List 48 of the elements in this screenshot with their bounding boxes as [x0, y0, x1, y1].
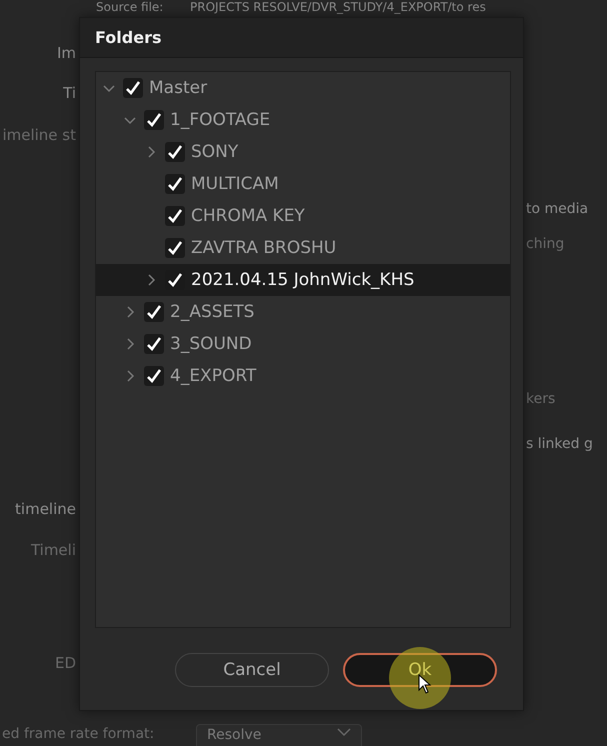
- setting-label: ED: [54, 654, 76, 672]
- cursor-icon: [418, 674, 432, 694]
- dialog-title: Folders: [95, 28, 162, 47]
- folder-label: 2021.04.15 JohnWick_KHS: [191, 270, 414, 290]
- folder-label: 3_SOUND: [170, 334, 252, 354]
- checkbox[interactable]: [144, 110, 164, 130]
- frame-rate-dropdown[interactable]: Resolve: [196, 724, 362, 746]
- setting-label: Timeli: [30, 541, 76, 559]
- checkbox[interactable]: [165, 206, 185, 226]
- checkbox[interactable]: [165, 174, 185, 194]
- tree-row[interactable]: 1_FOOTAGE: [96, 104, 510, 136]
- tree-row[interactable]: ZAVTRA BROSHU: [96, 232, 510, 264]
- ok-button[interactable]: Ok: [343, 653, 497, 687]
- checkbox[interactable]: [165, 238, 185, 258]
- source-label: Source file:: [96, 0, 164, 14]
- tree-row[interactable]: SONY: [96, 136, 510, 168]
- tree-row[interactable]: MULTICAM: [96, 168, 510, 200]
- folder-label: 4_EXPORT: [170, 366, 256, 386]
- checkbox[interactable]: [144, 334, 164, 354]
- folder-label: SONY: [191, 142, 238, 162]
- setting-label: Ti: [63, 84, 76, 102]
- setting-label: timeline: [15, 500, 76, 518]
- folder-label: 1_FOOTAGE: [170, 110, 270, 130]
- tree-row[interactable]: Master: [96, 72, 510, 104]
- setting-label: ed frame rate format:: [2, 726, 154, 742]
- tree-row[interactable]: 2021.04.15 JohnWick_KHS: [96, 264, 510, 296]
- folder-label: 2_ASSETS: [170, 302, 254, 322]
- checkbox[interactable]: [144, 366, 164, 386]
- checkbox[interactable]: [165, 142, 185, 162]
- source-path: PROJECTS RESOLVE/DVR_STUDY/4_EXPORT/to res: [190, 0, 486, 14]
- checkbox[interactable]: [123, 78, 143, 98]
- tree-row[interactable]: 4_EXPORT: [96, 360, 510, 392]
- setting-label: ching: [526, 236, 564, 252]
- tree-row[interactable]: 2_ASSETS: [96, 296, 510, 328]
- setting-label: kers: [526, 391, 556, 407]
- folder-label: CHROMA KEY: [191, 206, 305, 226]
- checkbox[interactable]: [144, 302, 164, 322]
- setting-label: to media: [526, 201, 588, 217]
- tree-row[interactable]: 3_SOUND: [96, 328, 510, 360]
- folder-label: ZAVTRA BROSHU: [191, 238, 336, 258]
- folder-label: Master: [149, 78, 208, 98]
- setting-label: s linked g: [526, 436, 593, 452]
- chevron-icon: [337, 727, 351, 737]
- setting-label: imeline st: [2, 126, 76, 144]
- tree-row[interactable]: CHROMA KEY: [96, 200, 510, 232]
- cancel-button[interactable]: Cancel: [175, 653, 329, 687]
- setting-label: Im: [56, 44, 76, 62]
- folder-label: MULTICAM: [191, 174, 279, 194]
